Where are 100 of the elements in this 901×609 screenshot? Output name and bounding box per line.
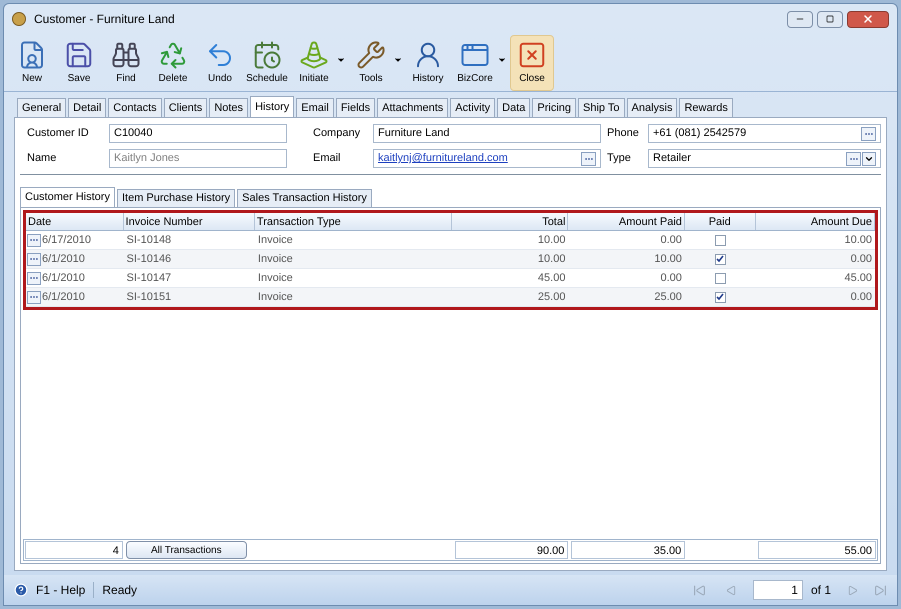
tab[interactable]: Detail [68,98,106,117]
checkbox[interactable] [714,292,726,302]
help-icon[interactable] [14,583,28,597]
table-cell-text: Invoice [256,271,294,286]
toolbar-button[interactable]: BizCore [453,35,497,91]
field-label: Phone [607,126,640,142]
ellipsis-button[interactable] [581,152,596,166]
toolbar-button[interactable]: Undo [198,35,242,91]
tab[interactable]: Ship To [578,98,625,117]
toolbar-button[interactable]: Schedule [245,35,289,91]
page-field[interactable]: 1 [752,580,803,600]
amount-due-sum: 55.00 [758,541,876,559]
table-cell-text: SI-10151 [126,290,172,305]
table-cell-text: 25.00 [536,290,566,305]
tab[interactable]: Sales Transaction History [237,189,372,207]
tab[interactable]: Activity [450,98,496,117]
table-cell-text: 0.00 [659,233,683,248]
column-header[interactable]: Invoice Number [124,213,255,230]
checkbox[interactable] [714,272,726,284]
ellipsis-button[interactable] [861,126,876,140]
maximize-icon [826,15,834,23]
table-cell-text: Invoice [256,290,294,305]
tab[interactable]: Attachments [377,98,448,117]
field-value: Furniture Land [378,126,451,142]
recycle-bin-icon [158,40,188,70]
tab[interactable]: Fields [336,98,376,117]
toolbar-button[interactable]: Delete [151,35,195,91]
column-header[interactable]: Paid [684,213,756,230]
input-field[interactable]: Furniture Land [373,124,601,143]
table-cell-text: 0.00 [850,290,873,305]
status-text: Ready [102,582,138,599]
tab[interactable]: Item Purchase History [116,189,236,207]
column-header[interactable]: Transaction Type [254,213,452,230]
table-cell-text: SI-10147 [126,271,172,286]
total-sum: 90.00 [455,541,568,559]
all-transactions-button[interactable]: All Transactions [126,541,247,559]
ellipsis-button[interactable] [846,152,861,166]
toolbar-button[interactable]: Save [57,35,101,91]
column-header[interactable]: Amount Due [756,213,875,230]
calendar-clock-icon [252,40,282,70]
table-cell-text: 25.00 [653,290,683,305]
tab[interactable]: Data [497,98,530,117]
table-cell-text: 10.00 [536,252,566,267]
field-value: +61 (081) 2542579 [653,126,748,142]
tab[interactable]: History [250,96,294,117]
tab[interactable]: Rewards [679,98,733,117]
tab[interactable]: Contacts [108,98,162,117]
checkbox[interactable] [714,234,726,246]
tab[interactable]: Notes [209,98,248,117]
toolbar-button[interactable]: History [406,35,450,91]
tab[interactable]: Customer History [20,187,115,207]
close-button[interactable] [847,10,889,28]
ellipsis-button[interactable] [27,252,41,266]
toolbar-button[interactable]: New [10,35,54,91]
tab[interactable]: Analysis [626,98,678,117]
tools-icon [356,40,386,70]
toolbar-button[interactable]: Close [510,35,554,91]
tab[interactable]: Email [296,98,334,117]
field-value: Kaitlyn Jones [114,151,180,166]
toolbar-button[interactable]: Find [104,35,148,91]
ellipsis-button[interactable] [27,234,41,246]
ellipsis-button[interactable] [27,290,41,304]
table-cell-text: Invoice [256,233,294,248]
tab[interactable]: Clients [164,98,208,117]
table-cell-text: SI-10148 [126,233,172,248]
email-link[interactable]: kaitlynj@furnitureland.com [378,150,581,167]
field-value: C10040 [114,126,154,142]
close-icon [517,40,547,70]
toolbar-button[interactable]: Initiate [292,35,336,91]
input-field[interactable]: Retailer [648,149,881,168]
table-cell-text: 45.00 [536,271,566,286]
column-header[interactable]: Total [452,213,568,230]
toolbar-button[interactable]: Tools [349,35,393,91]
field-label: Customer ID [27,126,90,142]
input-field[interactable]: C10040 [109,124,287,143]
binoculars-icon [111,40,141,70]
column-header[interactable]: Date [26,213,124,230]
maximize-button[interactable] [817,10,843,28]
table-cell-text: 45.00 [843,271,873,286]
table-cell-text: 0.00 [659,271,683,286]
column-header[interactable]: Amount Paid [568,213,685,230]
help-label[interactable]: F1 - Help [36,581,86,599]
dropdown-button[interactable] [862,152,876,166]
input-field[interactable]: kaitlynj@furnitureland.com [373,149,601,168]
field-label: Name [27,151,58,166]
checkbox[interactable] [714,254,726,264]
close-icon [862,13,874,25]
tab[interactable]: General [17,98,66,117]
table-cell-text: Invoice [256,252,294,267]
window-title: Customer - Furniture Land [34,11,176,28]
table-cell-text: 6/1/2010 [42,270,85,286]
table-cell-text: 10.00 [843,233,873,248]
check-icon [716,293,724,301]
tab[interactable]: Pricing [532,98,576,117]
input-field[interactable]: +61 (081) 2542579 [648,124,881,143]
field-label: Company [313,126,362,142]
ellipsis-button[interactable] [27,272,41,284]
check-icon [716,255,724,263]
table-cell-text: SI-10146 [126,252,172,267]
table-cell-text: 6/1/2010 [42,290,85,305]
